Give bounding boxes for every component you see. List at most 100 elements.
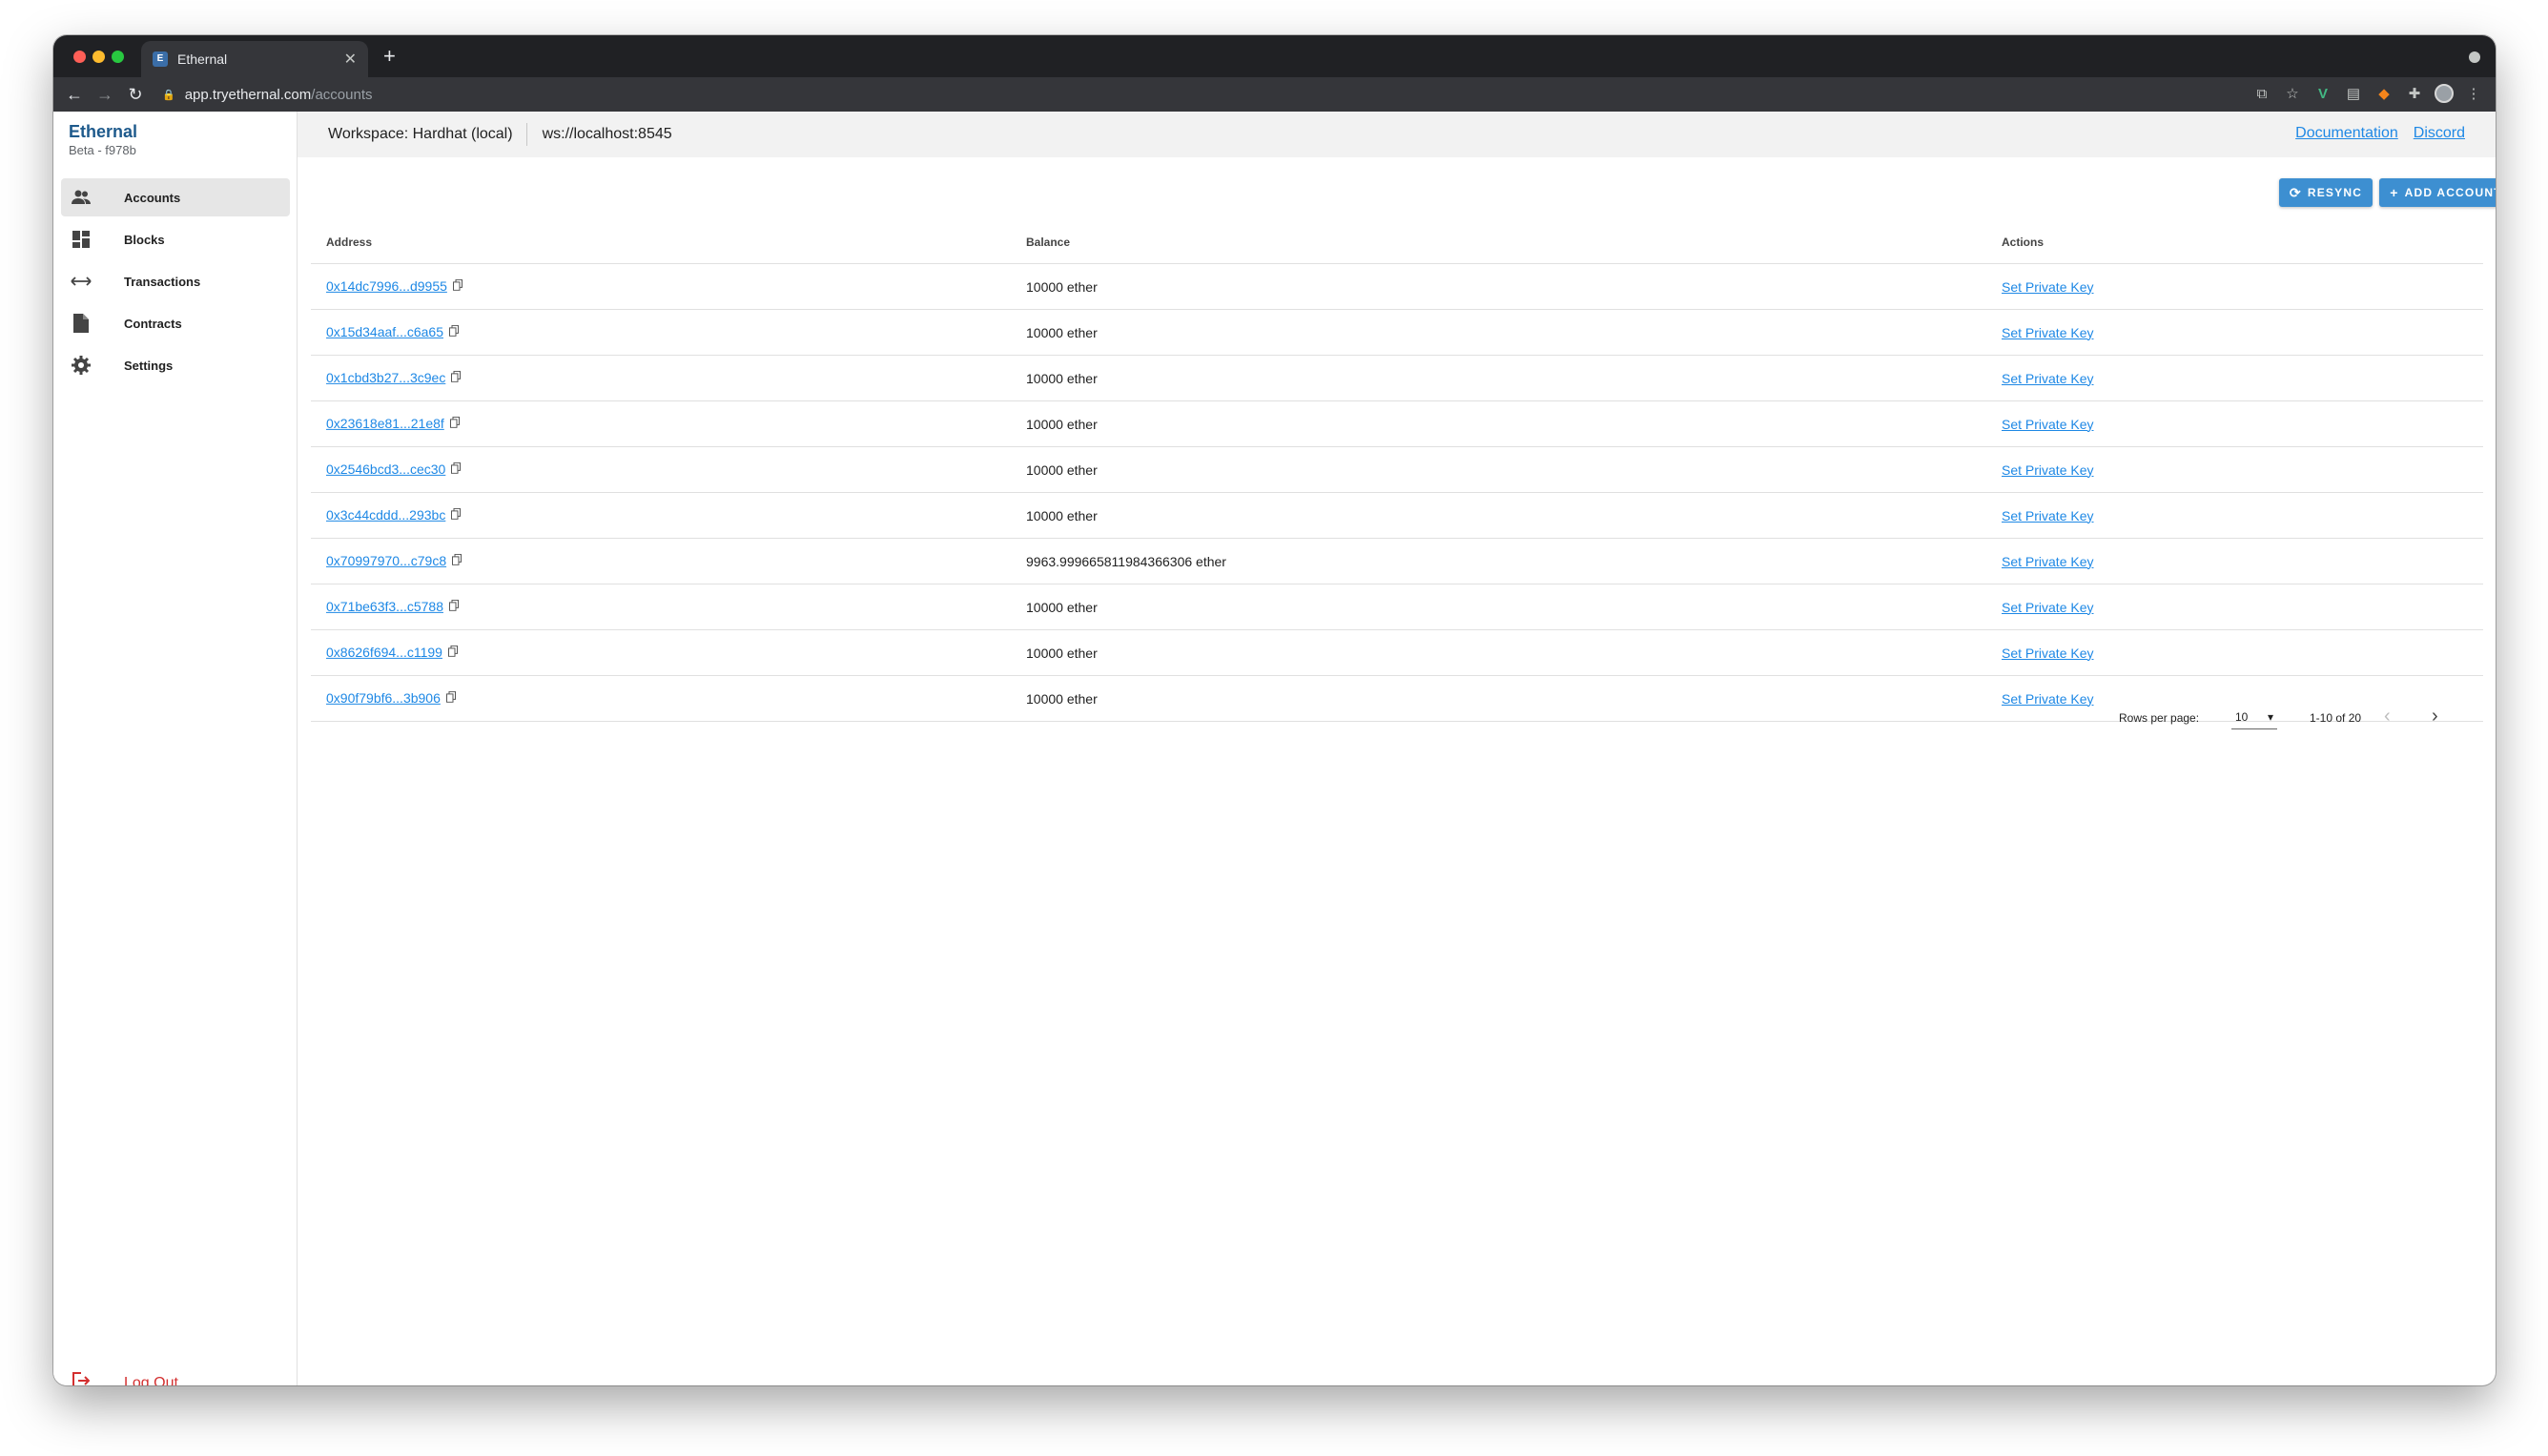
address-bar[interactable]: 🔒 app.tryethernal.com/accounts (162, 82, 2219, 107)
address-link[interactable]: 0x23618e81...21e8f (326, 416, 444, 431)
table-row: 0x3c44cddd...293bc 10000 ether Set Private… (311, 493, 2483, 539)
copy-icon[interactable] (449, 415, 460, 432)
sidebar-item-blocks[interactable]: Blocks (61, 220, 290, 258)
rows-per-page-label: Rows per page: (2119, 711, 2200, 725)
copy-icon[interactable] (451, 369, 462, 386)
sidebar-item-settings[interactable]: Settings (61, 346, 290, 384)
add-account-button[interactable]: + ADD ACCOUNT (2379, 178, 2496, 207)
chevron-right-icon[interactable]: › (2432, 706, 2438, 728)
address-link[interactable]: 0x1cbd3b27...3c9ec (326, 370, 445, 385)
balance-cell: 10000 ether (1026, 324, 1098, 340)
url-path: /accounts (311, 86, 373, 103)
minimize-window-button[interactable] (92, 51, 105, 63)
forward-icon[interactable]: → (90, 85, 120, 105)
swap-horizontal-icon (71, 271, 92, 292)
logout-icon (71, 1371, 91, 1385)
copy-icon[interactable] (451, 461, 462, 478)
puzzle-icon[interactable]: ✚ (2404, 83, 2425, 104)
table-row: 0x8626f694...c1199 10000 ether Set Private… (311, 630, 2483, 676)
balance-cell: 10000 ether (1026, 645, 1098, 661)
sidebar-item-contracts[interactable]: Contracts (61, 304, 290, 342)
set-private-key-link[interactable]: Set Private Key (2002, 600, 2094, 615)
star-icon[interactable]: ☆ (2282, 83, 2303, 104)
extension-icon[interactable]: ▤ (2343, 83, 2364, 104)
accounts-table: Address Balance Actions 0x14dc7996...d99… (311, 220, 2483, 722)
address-link[interactable]: 0x3c44cddd...293bc (326, 507, 445, 523)
sidebar-item-label: Accounts (124, 190, 181, 205)
address-cell: 0x23618e81...21e8f (326, 415, 460, 432)
set-private-key-link[interactable]: Set Private Key (2002, 508, 2094, 523)
address-link[interactable]: 0x14dc7996...d9955 (326, 278, 447, 294)
table-header: Address Balance Actions (311, 220, 2483, 264)
balance-cell: 10000 ether (1026, 370, 1098, 386)
resync-label: RESYNC (2307, 186, 2363, 199)
set-private-key-link[interactable]: Set Private Key (2002, 325, 2094, 340)
copy-icon[interactable] (452, 277, 462, 295)
file-icon (71, 313, 92, 334)
set-private-key-link[interactable]: Set Private Key (2002, 417, 2094, 432)
brand-title[interactable]: Ethernal (69, 122, 137, 142)
address-link[interactable]: 0x15d34aaf...c6a65 (326, 324, 443, 339)
set-private-key-link[interactable]: Set Private Key (2002, 554, 2094, 569)
sidebar-item-transactions[interactable]: Transactions (61, 262, 290, 300)
tab-favicon-icon: E (153, 51, 168, 67)
address-link[interactable]: 0x71be63f3...c5788 (326, 599, 443, 614)
sidebar-item-label: Settings (124, 358, 174, 373)
rpc-server: ws://localhost:8545 (542, 126, 672, 142)
close-window-button[interactable] (73, 51, 86, 63)
more-vert-icon[interactable]: ⋮ (2463, 83, 2484, 104)
address-link[interactable]: 0x8626f694...c1199 (326, 645, 442, 660)
lock-icon: 🔒 (162, 89, 175, 101)
workspace-name[interactable]: Workspace: Hardhat (local) (328, 126, 513, 143)
sidebar-item-accounts[interactable]: Accounts (61, 178, 290, 216)
pagination: Rows per page: 10 ▾ 1-10 of 20 ‹ › (311, 699, 2483, 737)
resync-button[interactable]: ⟳ RESYNC (2279, 178, 2373, 207)
metamask-icon[interactable]: ◆ (2373, 83, 2394, 104)
set-private-key-link[interactable]: Set Private Key (2002, 462, 2094, 478)
brand-version: Beta - f978b (69, 143, 136, 157)
table-row: 0x71be63f3...c5788 10000 ether Set Private… (311, 584, 2483, 630)
browser-tab[interactable]: E Ethernal ✕ (141, 41, 368, 77)
column-header-balance: Balance (1026, 235, 1071, 249)
chevron-left-icon[interactable]: ‹ (2384, 706, 2391, 728)
copy-icon[interactable] (447, 644, 458, 661)
set-private-key-link[interactable]: Set Private Key (2002, 279, 2094, 295)
address-link[interactable]: 0x2546bcd3...cec30 (326, 461, 445, 477)
rows-per-page-value: 10 (2235, 709, 2249, 724)
tab-search-icon[interactable] (2469, 51, 2480, 63)
balance-cell: 9963.999665811984366306 ether (1026, 553, 1226, 569)
workspace-bar: Workspace: Hardhat (local) ws://localhos… (298, 112, 2496, 157)
set-private-key-link[interactable]: Set Private Key (2002, 371, 2094, 386)
profile-avatar[interactable] (2435, 84, 2454, 103)
rows-per-page-select[interactable]: 10 ▾ (2231, 705, 2277, 729)
vue-devtools-icon[interactable]: V (2312, 83, 2333, 104)
translate-icon[interactable]: ⧉ (2251, 83, 2272, 104)
tab-strip: E Ethernal ✕ + (53, 35, 2496, 77)
table-row: 0x2546bcd3...cec30 10000 ether Set Private… (311, 447, 2483, 493)
discord-link[interactable]: Discord (2414, 125, 2465, 142)
page-range: 1-10 of 20 (2310, 711, 2362, 725)
copy-icon[interactable] (451, 506, 462, 523)
address-link[interactable]: 0x70997970...c79c8 (326, 553, 446, 568)
column-header-address: Address (326, 235, 373, 249)
new-tab-button[interactable]: + (383, 45, 396, 68)
browser-toolbar: ← → ↻ 🔒 app.tryethernal.com/accounts ⧉ ☆… (53, 77, 2496, 112)
balance-cell: 10000 ether (1026, 507, 1098, 523)
copy-icon[interactable] (452, 552, 462, 569)
maximize-window-button[interactable] (112, 51, 124, 63)
copy-icon[interactable] (449, 598, 459, 615)
close-tab-icon[interactable]: ✕ (344, 50, 357, 69)
logout-button[interactable]: Log Out (71, 1371, 178, 1385)
reload-icon[interactable]: ↻ (120, 85, 151, 105)
back-icon[interactable]: ← (59, 85, 90, 105)
address-cell: 0x70997970...c79c8 (326, 552, 462, 569)
address-cell: 0x1cbd3b27...3c9ec (326, 369, 462, 386)
documentation-link[interactable]: Documentation (2295, 125, 2398, 142)
sidebar: Ethernal Beta - f978b Accounts Blocks Tr… (53, 112, 298, 1385)
set-private-key-link[interactable]: Set Private Key (2002, 646, 2094, 661)
copy-icon[interactable] (449, 323, 459, 340)
sidebar-nav: Accounts Blocks Transactions Contracts S… (61, 178, 290, 388)
sidebar-item-label: Blocks (124, 232, 165, 247)
chevron-down-icon: ▾ (2267, 709, 2273, 724)
table-row: 0x23618e81...21e8f 10000 ether Set Private… (311, 401, 2483, 447)
